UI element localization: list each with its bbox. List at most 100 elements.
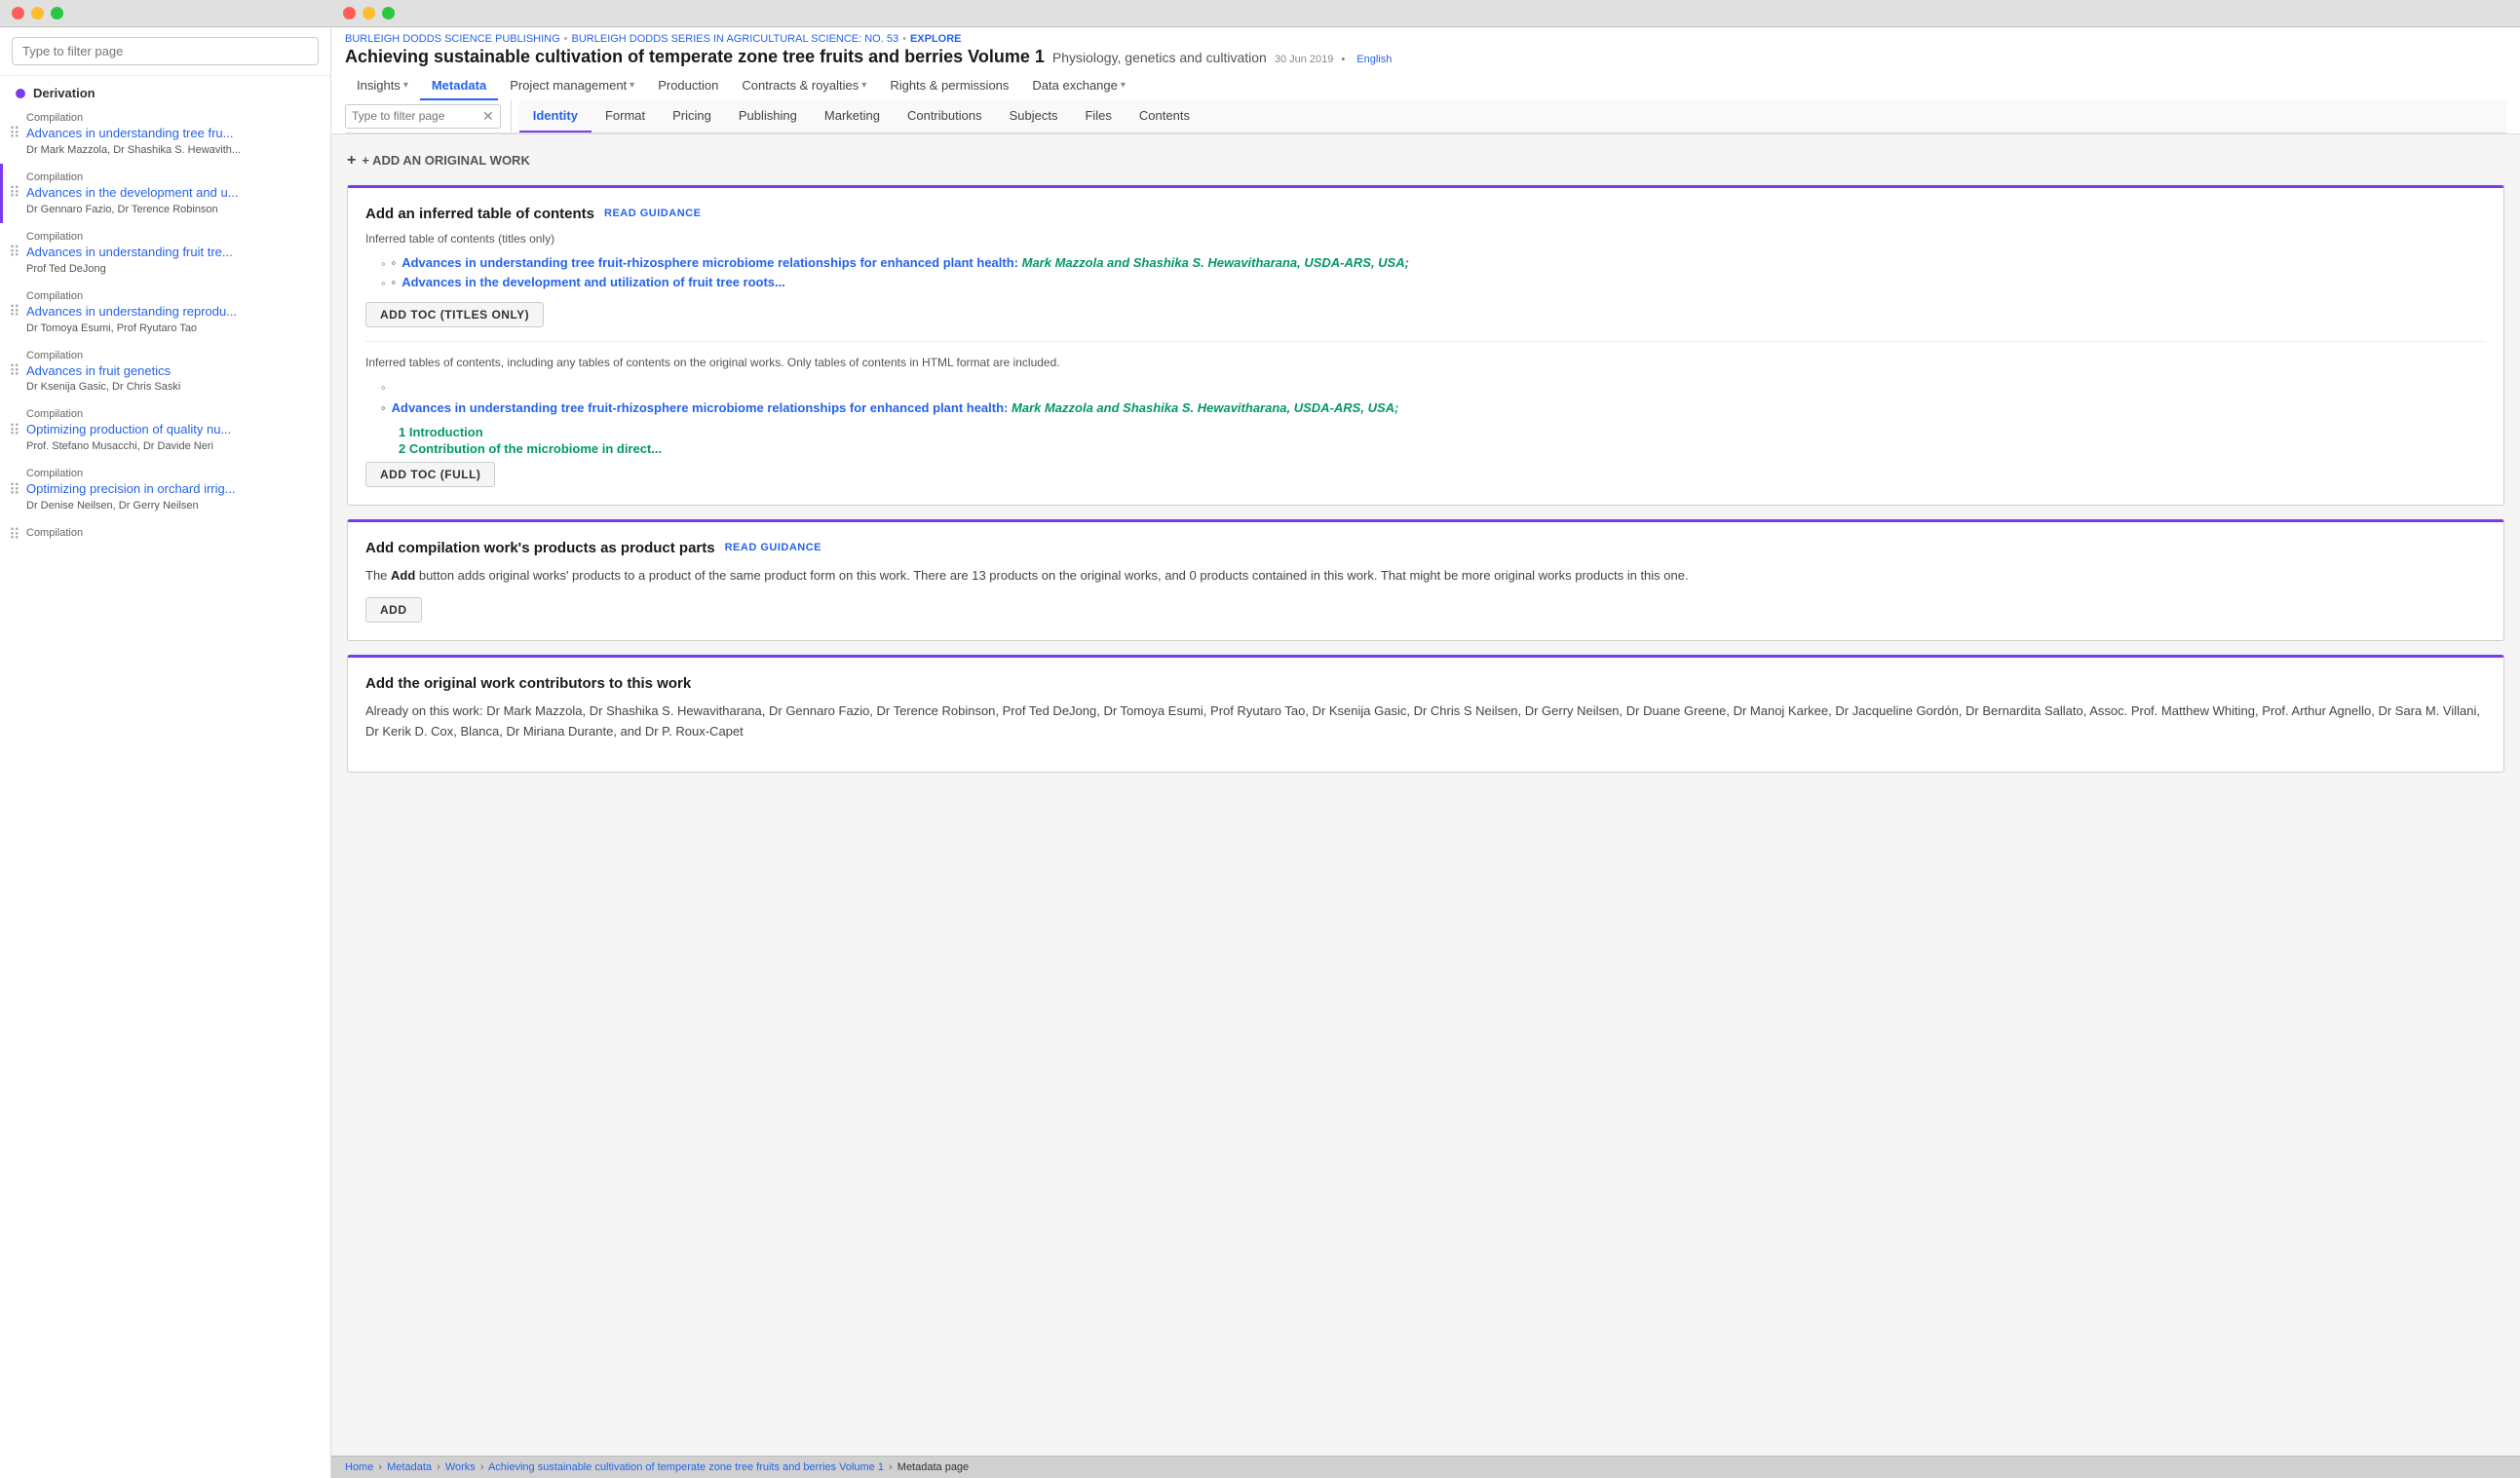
toc-item-title[interactable]: Advances in understanding tree fruit-rhi… bbox=[401, 255, 1018, 270]
chevron-down-icon: ▾ bbox=[630, 80, 634, 91]
clear-filter-icon[interactable]: ✕ bbox=[482, 108, 494, 125]
product-parts-guidance-link[interactable]: READ GUIDANCE bbox=[725, 542, 821, 553]
item-authors: Dr Ksenija Gasic, Dr Chris Saski bbox=[26, 381, 319, 393]
book-date-sep: • bbox=[1341, 54, 1345, 65]
tab-identity[interactable]: Identity bbox=[519, 100, 592, 133]
add-original-work-button[interactable]: + + ADD AN ORIGINAL WORK bbox=[347, 150, 2504, 171]
tab-insights[interactable]: Insights ▾ bbox=[345, 72, 420, 100]
list-item[interactable]: ⠿ Compilation bbox=[0, 519, 330, 550]
tab-contributions[interactable]: Contributions bbox=[894, 100, 996, 133]
item-authors: Dr Denise Neilsen, Dr Gerry Neilsen bbox=[26, 500, 319, 512]
breadcrumb-series[interactable]: BURLEIGH DODDS SERIES IN AGRICULTURAL SC… bbox=[572, 33, 899, 45]
book-subtitle: Physiology, genetics and cultivation bbox=[1052, 50, 1267, 65]
toc-full-item: ◦ Advances in understanding tree fruit-r… bbox=[381, 379, 2486, 456]
item-title-link[interactable]: Advances in fruit genetics bbox=[26, 363, 319, 380]
toc-item-title-2[interactable]: Advances in the development and utilizat… bbox=[401, 275, 785, 289]
add-toc-full-button[interactable]: ADD TOC (FULL) bbox=[365, 462, 495, 487]
maximize-button[interactable] bbox=[51, 7, 63, 19]
close-button-2[interactable] bbox=[343, 7, 356, 19]
sidebar-filter-area bbox=[0, 27, 330, 76]
item-type-label: Compilation bbox=[26, 408, 319, 420]
tab-files[interactable]: Files bbox=[1071, 100, 1125, 133]
list-item[interactable]: ⠿ Compilation Advances in fruit genetics… bbox=[0, 342, 330, 401]
item-type-label: Compilation bbox=[26, 231, 319, 243]
footer-works[interactable]: Works bbox=[445, 1461, 476, 1473]
sidebar-filter-input[interactable] bbox=[12, 37, 319, 65]
toc-item: ◦ Advances in the development and utiliz… bbox=[381, 275, 2486, 290]
footer-home[interactable]: Home bbox=[345, 1461, 373, 1473]
list-item[interactable]: ⠿ Compilation Optimizing production of q… bbox=[0, 400, 330, 460]
drag-handle-icon[interactable]: ⠿ bbox=[9, 421, 20, 440]
toc-full-list: ◦ Advances in understanding tree fruit-r… bbox=[381, 379, 2486, 456]
minimize-button-2[interactable] bbox=[363, 7, 375, 19]
filter-area: ✕ bbox=[345, 100, 512, 133]
toc-full-item-title[interactable]: Advances in understanding tree fruit-rhi… bbox=[392, 400, 1009, 415]
nav-tabs-secondary: Identity Format Pricing Publishing Marke… bbox=[519, 100, 2506, 133]
minimize-button[interactable] bbox=[31, 7, 44, 19]
toc-item: ◦ Advances in understanding tree fruit-r… bbox=[381, 255, 2486, 271]
toc-item-authors: Mark Mazzola and Shashika S. Hewavithara… bbox=[1022, 255, 1409, 270]
tab-project-management[interactable]: Project management ▾ bbox=[498, 72, 646, 100]
footer-book-title[interactable]: Achieving sustainable cultivation of tem… bbox=[488, 1461, 884, 1473]
drag-handle-icon[interactable]: ⠿ bbox=[9, 243, 20, 262]
item-title-link[interactable]: Advances in understanding fruit tre... bbox=[26, 245, 319, 261]
item-authors: Prof. Stefano Musacchi, Dr Davide Neri bbox=[26, 440, 319, 452]
item-type-label: Compilation bbox=[26, 112, 319, 124]
footer-breadcrumb: Home › Metadata › Works › Achieving sust… bbox=[331, 1456, 2520, 1478]
add-toc-titles-only-button[interactable]: ADD TOC (TITLES ONLY) bbox=[365, 302, 544, 327]
drag-handle-icon[interactable]: ⠿ bbox=[9, 183, 20, 203]
breadcrumb-sep1: • bbox=[564, 33, 568, 45]
maximize-button-2[interactable] bbox=[382, 7, 395, 19]
breadcrumb-explore[interactable]: EXPLORE bbox=[910, 33, 962, 45]
drag-handle-icon[interactable]: ⠿ bbox=[9, 124, 20, 143]
drag-handle-icon[interactable]: ⠿ bbox=[9, 480, 20, 500]
footer-sep-4: › bbox=[889, 1461, 893, 1473]
item-title-link[interactable]: Advances in understanding reprodu... bbox=[26, 304, 319, 321]
read-guidance-link[interactable]: READ GUIDANCE bbox=[604, 208, 701, 219]
tab-metadata[interactable]: Metadata bbox=[420, 72, 498, 100]
tab-data-exchange[interactable]: Data exchange ▾ bbox=[1020, 72, 1136, 100]
item-title-link[interactable]: Optimizing precision in orchard irrig... bbox=[26, 481, 319, 498]
contributors-section-header: Add the original work contributors to th… bbox=[365, 675, 2486, 692]
product-parts-body: The Add button adds original works' prod… bbox=[365, 566, 2486, 587]
list-item[interactable]: ⠿ Compilation Advances in the developmen… bbox=[0, 164, 330, 223]
drag-handle-icon[interactable]: ⠿ bbox=[9, 361, 20, 381]
tab-pricing[interactable]: Pricing bbox=[659, 100, 725, 133]
item-authors: Dr Gennaro Fazio, Dr Terence Robinson bbox=[26, 204, 319, 215]
drag-handle-icon[interactable]: ⠿ bbox=[9, 525, 20, 545]
tab-subjects[interactable]: Subjects bbox=[996, 100, 1072, 133]
list-item[interactable]: ⠿ Compilation Optimizing precision in or… bbox=[0, 460, 330, 519]
top-header: BURLEIGH DODDS SCIENCE PUBLISHING • BURL… bbox=[331, 27, 2520, 134]
product-parts-section-header: Add compilation work's products as produ… bbox=[365, 540, 2486, 556]
page-filter-input[interactable] bbox=[352, 109, 478, 123]
chevron-down-icon: ▾ bbox=[403, 80, 408, 91]
main-content: + + ADD AN ORIGINAL WORK Add an inferred… bbox=[331, 134, 2520, 1456]
breadcrumb-publisher[interactable]: BURLEIGH DODDS SCIENCE PUBLISHING bbox=[345, 33, 560, 45]
chevron-down-icon: ▾ bbox=[861, 80, 866, 91]
item-title-link[interactable]: Optimizing production of quality nu... bbox=[26, 422, 319, 438]
tab-rights-permissions[interactable]: Rights & permissions bbox=[878, 72, 1020, 100]
derivation-label: Derivation bbox=[33, 86, 95, 100]
list-item[interactable]: ⠿ Compilation Advances in understanding … bbox=[0, 283, 330, 342]
list-item[interactable]: ⠿ Compilation Advances in understanding … bbox=[0, 223, 330, 283]
item-type-label: Compilation bbox=[26, 171, 319, 183]
toc-full-subtitle: Inferred tables of contents, including a… bbox=[365, 356, 2486, 369]
plus-icon: + bbox=[347, 152, 356, 170]
tab-marketing[interactable]: Marketing bbox=[811, 100, 894, 133]
tab-format[interactable]: Format bbox=[592, 100, 659, 133]
drag-handle-icon[interactable]: ⠿ bbox=[9, 302, 20, 322]
tab-contracts-royalties[interactable]: Contracts & royalties ▾ bbox=[730, 72, 878, 100]
tab-contents[interactable]: Contents bbox=[1126, 100, 1203, 133]
book-lang[interactable]: English bbox=[1356, 54, 1392, 65]
main-area: BURLEIGH DODDS SCIENCE PUBLISHING • BURL… bbox=[331, 27, 2520, 1478]
tab-publishing[interactable]: Publishing bbox=[725, 100, 811, 133]
list-item[interactable]: ⠿ Compilation Advances in understanding … bbox=[0, 104, 330, 164]
footer-metadata[interactable]: Metadata bbox=[387, 1461, 432, 1473]
add-product-parts-button[interactable]: ADD bbox=[365, 597, 422, 623]
derivation-dot bbox=[16, 89, 25, 98]
item-title-link[interactable]: Advances in understanding tree fru... bbox=[26, 126, 319, 142]
tab-production[interactable]: Production bbox=[646, 72, 730, 100]
toc-section: Add an inferred table of contents READ G… bbox=[347, 185, 2504, 506]
close-button[interactable] bbox=[12, 7, 24, 19]
item-title-link[interactable]: Advances in the development and u... bbox=[26, 185, 319, 202]
